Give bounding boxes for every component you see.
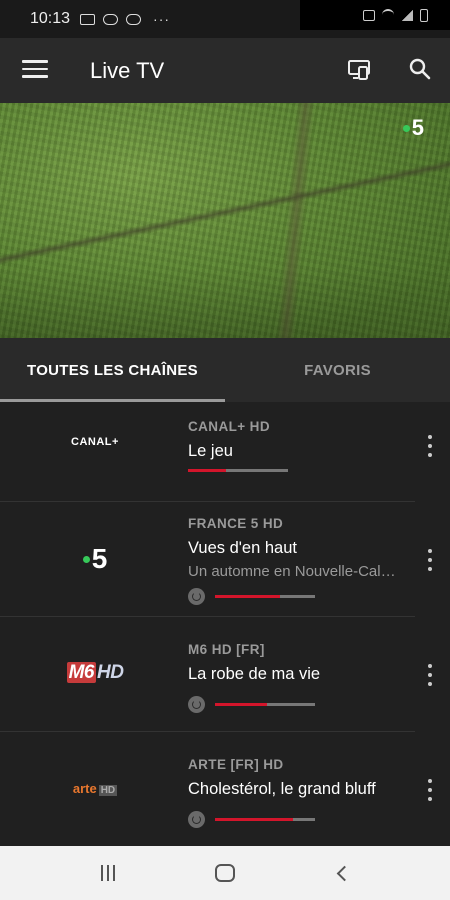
tab-all-channels[interactable]: TOUTES LES CHAÎNES: [0, 338, 225, 402]
system-nav-bar: [0, 846, 450, 900]
m6-logo: M6 HD: [66, 662, 124, 683]
channel-name: FRANCE 5 HD: [188, 516, 284, 531]
channel-row-m6[interactable]: M6 HD M6 HD [FR] La robe de ma vie: [0, 617, 450, 732]
program-progress: [188, 469, 403, 472]
program-progress: [188, 588, 403, 605]
channel-info: CANAL+ HD Le jeu: [188, 419, 403, 472]
channel-row-canal-plus[interactable]: CANAL+ CANAL+ HD Le jeu: [0, 402, 450, 502]
channel-info: M6 HD [FR] La robe de ma vie: [188, 642, 403, 713]
channel-name: M6 HD [FR]: [188, 642, 265, 657]
progress-bar: [215, 703, 315, 706]
program-progress: [188, 696, 403, 713]
replay-icon[interactable]: [188, 696, 205, 713]
program-title: Le jeu: [188, 442, 233, 460]
more-options-icon[interactable]: [426, 779, 434, 801]
search-icon[interactable]: [408, 57, 432, 81]
program-progress: [188, 811, 403, 828]
progress-fill: [215, 703, 267, 706]
image-icon: [80, 13, 96, 25]
status-bar: 10:13 ···: [0, 0, 450, 38]
progress-bar: [188, 469, 288, 472]
channel-logo: M6 HD: [40, 659, 150, 687]
channel-row-france-5[interactable]: 5 FRANCE 5 HD Vues d'en haut Un automne …: [0, 502, 450, 617]
progress-bar: [215, 595, 315, 598]
france5-dot-icon: [402, 124, 410, 132]
channel-info: ARTE [FR] HD Cholestérol, le grand bluff: [188, 757, 403, 828]
program-title: Cholestérol, le grand bluff: [188, 780, 376, 798]
channel-name: CANAL+ HD: [188, 419, 270, 434]
status-notification-icons: ···: [80, 11, 170, 27]
battery-icon: [420, 8, 428, 22]
channel-tabs: TOUTES LES CHAÎNES FAVORIS: [0, 338, 450, 402]
page-title: Live TV: [90, 58, 165, 83]
app-bar: Live TV: [0, 38, 450, 103]
wifi-icon: [382, 9, 394, 21]
next-program-title: Un automne en Nouvelle-Calédonie: [188, 563, 398, 580]
recent-apps-icon[interactable]: [88, 853, 128, 893]
channel-logo: arte HD: [40, 776, 150, 800]
more-options-icon[interactable]: [426, 664, 434, 686]
status-time: 10:13: [30, 10, 71, 27]
replay-icon[interactable]: [188, 811, 205, 828]
replay-icon[interactable]: [188, 588, 205, 605]
program-title: Vues d'en haut: [188, 539, 297, 557]
tab-favorites[interactable]: FAVORIS: [225, 338, 450, 402]
live-video-preview[interactable]: 5: [0, 103, 450, 338]
voicemail-icon: [103, 13, 119, 25]
more-options-icon[interactable]: [426, 549, 434, 571]
voicemail-icon: [126, 13, 142, 25]
progress-fill: [188, 469, 226, 472]
more-options-icon[interactable]: [426, 435, 434, 457]
menu-icon[interactable]: [22, 60, 48, 80]
program-title: La robe de ma vie: [188, 665, 321, 683]
cast-icon[interactable]: [347, 58, 373, 82]
channel-badge: 5: [402, 115, 424, 141]
more-dots-icon: ···: [153, 11, 171, 27]
home-icon[interactable]: [205, 853, 245, 893]
canal-plus-logo: CANAL+: [71, 436, 119, 448]
france5-dot-icon: [82, 555, 90, 563]
progress-fill: [215, 818, 293, 821]
channel-list: CANAL+ CANAL+ HD Le jeu 5 FRANCE 5 HD Vu…: [0, 402, 450, 846]
channel-name: ARTE [FR] HD: [188, 757, 284, 772]
france-5-logo: 5: [82, 543, 107, 575]
channel-info: FRANCE 5 HD Vues d'en haut Un automne en…: [188, 516, 403, 605]
progress-fill: [215, 595, 280, 598]
channel-logo: CANAL+: [40, 430, 150, 454]
progress-bar: [215, 818, 315, 821]
back-icon[interactable]: [322, 853, 362, 893]
signal-icon: [401, 9, 413, 21]
status-system-icons: [300, 0, 450, 30]
mute-icon: [363, 9, 375, 21]
channel-row-arte[interactable]: arte HD ARTE [FR] HD Cholestérol, le gran…: [0, 732, 450, 846]
channel-logo: 5: [40, 542, 150, 576]
arte-logo: arte HD: [72, 780, 118, 796]
